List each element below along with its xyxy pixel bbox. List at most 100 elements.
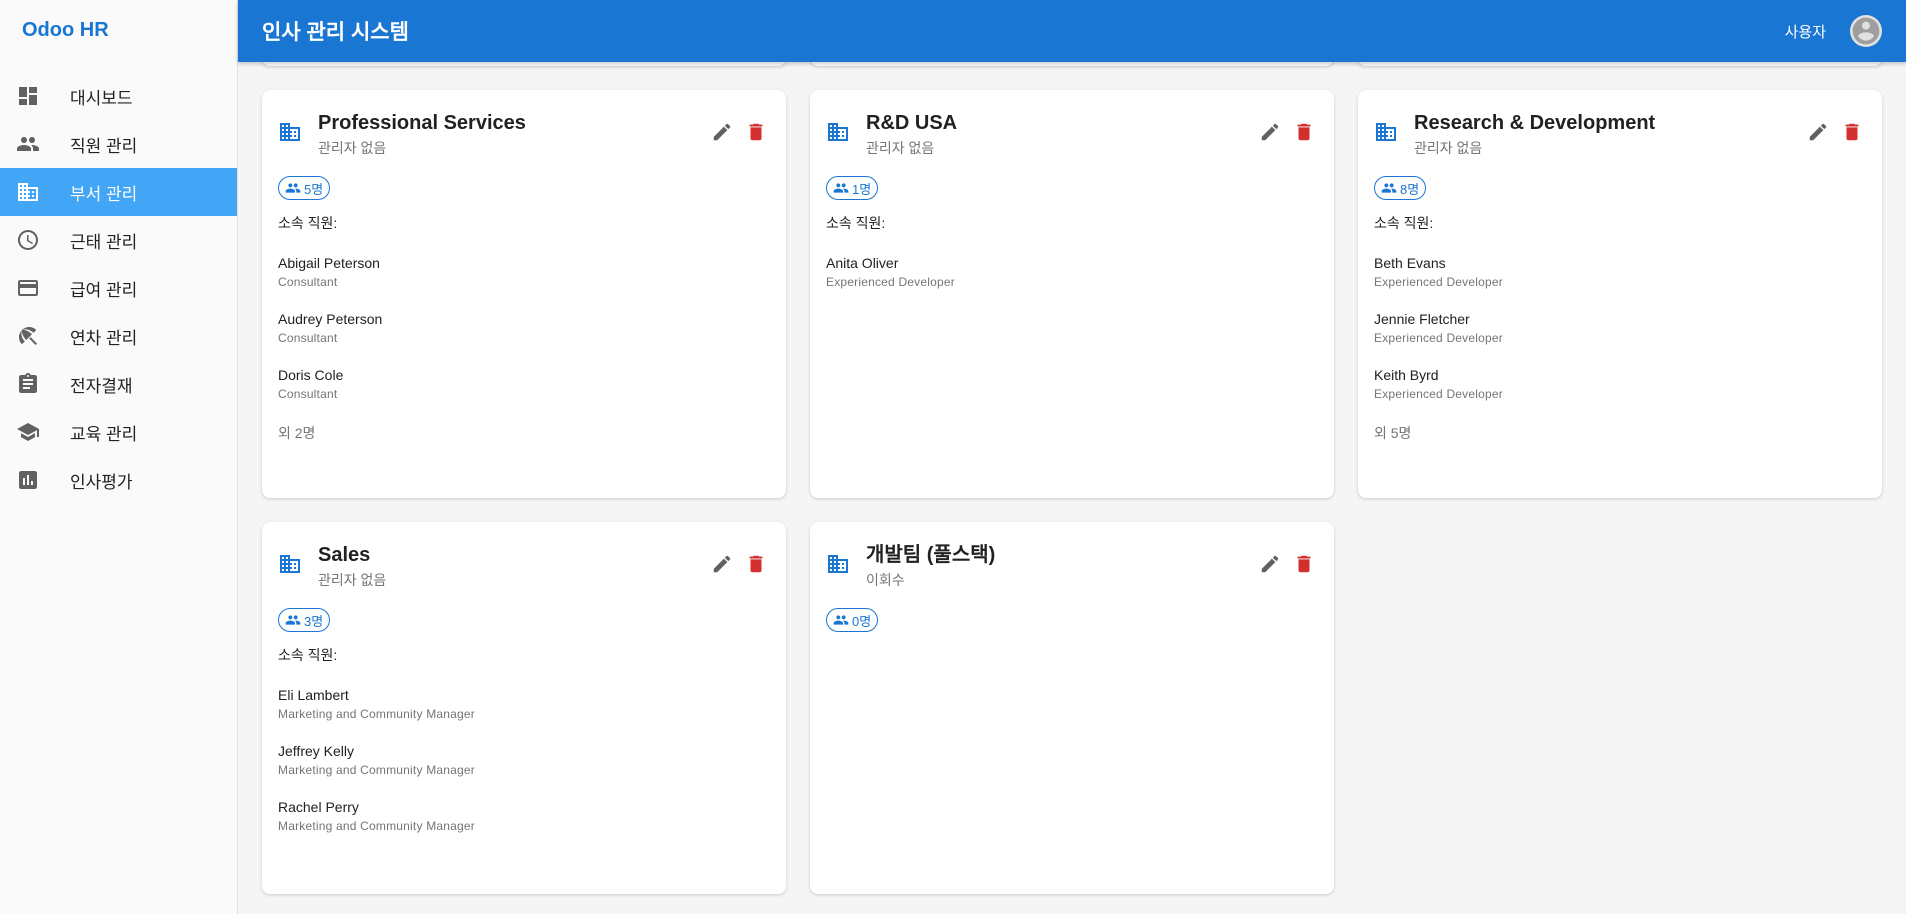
- sidebar-item-approval[interactable]: 전자결재: [0, 360, 237, 408]
- trash-icon: [1297, 123, 1311, 141]
- employee-name: Keith Byrd: [1374, 367, 1439, 383]
- sidebar-item-label: 교육 관리: [70, 424, 138, 444]
- people-icon: [285, 183, 301, 193]
- list-item: Beth Evans Experienced Developer: [1374, 255, 1866, 289]
- list-item: Audrey Peterson Consultant: [278, 311, 770, 345]
- sidebar-item-evaluation[interactable]: 인사평가: [0, 456, 237, 504]
- trash-icon: [1297, 555, 1311, 573]
- list-item: Eli Lambert Marketing and Community Mana…: [278, 687, 770, 721]
- department-card: Research & Development 관리자 없음 8명 소속 직원: …: [1358, 90, 1882, 498]
- trash-icon: [749, 555, 763, 573]
- sidebar-item-training[interactable]: 교육 관리: [0, 408, 237, 456]
- list-item: Anita Oliver Experienced Developer: [826, 255, 1318, 289]
- scrolled-card-edges: [262, 62, 1882, 66]
- building-icon: [1374, 120, 1398, 144]
- dashboard-icon: [16, 84, 40, 108]
- employee-name: Jennie Fletcher: [1374, 311, 1470, 327]
- employee-job: Experienced Developer: [1374, 275, 1503, 289]
- people-icon: [833, 183, 849, 193]
- edit-button[interactable]: [708, 118, 736, 146]
- people-icon: [16, 132, 40, 156]
- list-item: Abigail Peterson Consultant: [278, 255, 770, 289]
- member-count-chip: 3명: [278, 608, 331, 632]
- bar-chart-icon: [16, 468, 40, 492]
- page-title: 인사 관리 시스템: [262, 21, 409, 44]
- avatar[interactable]: [1850, 15, 1882, 47]
- employee-name: Eli Lambert: [278, 687, 349, 703]
- delete-button[interactable]: [1290, 550, 1318, 578]
- employee-job: Marketing and Community Manager: [278, 707, 475, 721]
- sidebar-item-label: 부서 관리: [70, 184, 138, 204]
- members-label: 소속 직원:: [278, 647, 338, 663]
- building-icon: [16, 180, 40, 204]
- pencil-icon: [1809, 123, 1827, 141]
- members-label: 소속 직원:: [1374, 215, 1434, 231]
- sidebar-item-label: 급여 관리: [70, 280, 138, 300]
- employee-name: Rachel Perry: [278, 799, 359, 815]
- employee-name: Anita Oliver: [826, 255, 899, 271]
- list-item: Rachel Perry Marketing and Community Man…: [278, 799, 770, 833]
- building-icon: [826, 120, 850, 144]
- sidebar-item-label: 근태 관리: [70, 232, 138, 252]
- sidebar-item-label: 전자결재: [70, 376, 133, 396]
- trash-icon: [1845, 123, 1859, 141]
- building-icon: [278, 552, 302, 576]
- pencil-icon: [713, 555, 731, 573]
- delete-button[interactable]: [742, 118, 770, 146]
- brand-logo[interactable]: Odoo HR: [0, 0, 237, 60]
- members-label: 소속 직원:: [826, 215, 886, 231]
- member-count: 0명: [852, 613, 872, 629]
- building-icon: [826, 552, 850, 576]
- pencil-icon: [1261, 123, 1279, 141]
- app-header: 인사 관리 시스템 사용자: [238, 0, 1906, 62]
- delete-button[interactable]: [1290, 118, 1318, 146]
- sidebar-item-label: 연차 관리: [70, 328, 138, 348]
- delete-button[interactable]: [742, 550, 770, 578]
- edit-button[interactable]: [708, 550, 736, 578]
- member-count: 3명: [304, 613, 324, 629]
- employee-job: Consultant: [278, 387, 338, 401]
- department-name: 개발팀 (풀스택): [866, 544, 996, 566]
- employee-job: Consultant: [278, 275, 338, 289]
- trash-icon: [749, 123, 763, 141]
- employee-job: Marketing and Community Manager: [278, 819, 475, 833]
- department-card: 개발팀 (풀스택) 이회수 0명: [810, 522, 1334, 894]
- card-edge: [1358, 62, 1882, 66]
- member-count-chip: 1명: [826, 176, 879, 200]
- department-manager: 관리자 없음: [866, 140, 935, 156]
- main-content: Professional Services 관리자 없음 5명 소속 직원: A…: [238, 62, 1906, 914]
- department-manager: 이회수: [866, 572, 905, 588]
- edit-button[interactable]: [1256, 550, 1284, 578]
- card-edge: [810, 62, 1334, 66]
- edit-button[interactable]: [1804, 118, 1832, 146]
- employee-name: Beth Evans: [1374, 255, 1446, 271]
- sidebar-item-leave[interactable]: 연차 관리: [0, 312, 237, 360]
- edit-button[interactable]: [1256, 118, 1284, 146]
- employee-name: Abigail Peterson: [278, 255, 380, 271]
- delete-button[interactable]: [1838, 118, 1866, 146]
- employee-name: Doris Cole: [278, 367, 344, 383]
- employee-job: Experienced Developer: [826, 275, 955, 289]
- sidebar-item-payroll[interactable]: 급여 관리: [0, 264, 237, 312]
- member-count-chip: 8명: [1374, 176, 1427, 200]
- department-name: Professional Services: [318, 112, 526, 134]
- more-members: 외 2명: [278, 425, 316, 441]
- sidebar-item-label: 직원 관리: [70, 136, 138, 156]
- employee-name: Audrey Peterson: [278, 311, 383, 327]
- sidebar-item-label: 인사평가: [70, 472, 133, 492]
- employee-job: Experienced Developer: [1374, 387, 1503, 401]
- member-count-chip: 5명: [278, 176, 331, 200]
- sidebar-item-departments[interactable]: 부서 관리: [0, 168, 237, 216]
- sidebar-item-attendance[interactable]: 근태 관리: [0, 216, 237, 264]
- department-manager: 관리자 없음: [1414, 140, 1483, 156]
- department-card: R&D USA 관리자 없음 1명 소속 직원: Anita Oliver Ex…: [810, 90, 1334, 498]
- list-item: Keith Byrd Experienced Developer: [1374, 367, 1866, 401]
- sidebar-item-dashboard[interactable]: 대시보드: [0, 72, 237, 120]
- user-name[interactable]: 사용자: [1785, 21, 1826, 42]
- member-count: 1명: [852, 181, 872, 197]
- sidebar: Odoo HR 대시보드 직원 관리 부서 관리 근태 관리 급여 관리 연차 …: [0, 0, 238, 914]
- pencil-icon: [1261, 555, 1279, 573]
- pencil-icon: [713, 123, 731, 141]
- employee-name: Jeffrey Kelly: [278, 743, 354, 759]
- sidebar-item-employees[interactable]: 직원 관리: [0, 120, 237, 168]
